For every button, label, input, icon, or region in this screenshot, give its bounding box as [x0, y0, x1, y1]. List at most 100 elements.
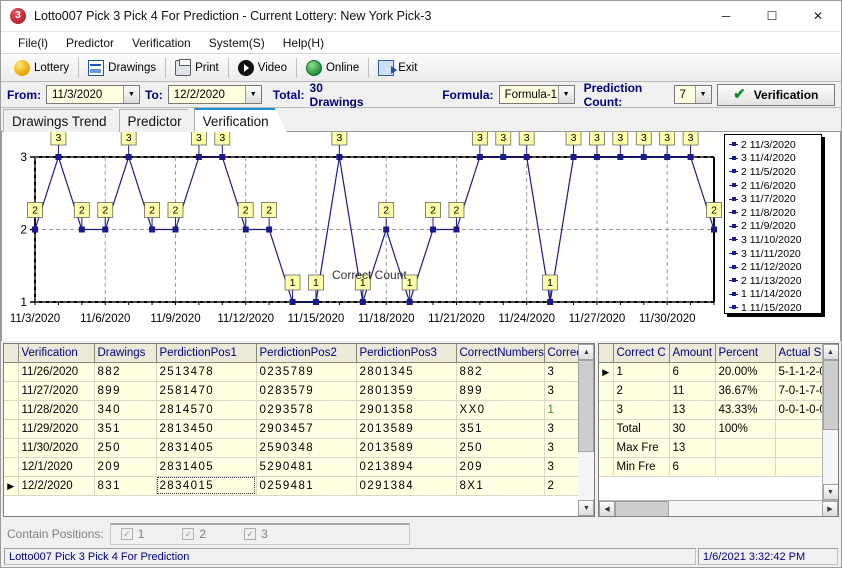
table-cell[interactable]: [775, 419, 822, 439]
menu-item-predictor[interactable]: Predictor: [57, 34, 123, 52]
table-cell[interactable]: Max Fre: [613, 438, 670, 458]
row-selector[interactable]: [599, 419, 614, 439]
column-header[interactable]: Actual Ski: [775, 344, 822, 363]
scroll-track[interactable]: [615, 500, 822, 516]
table-cell[interactable]: 2814570: [156, 400, 257, 420]
column-header[interactable]: Verification: [18, 344, 95, 363]
table-row[interactable]: ▶ 12/2/2020 831 2834015 0259481 0291384 8X1 2: [4, 476, 578, 496]
table-cell[interactable]: 11/30/2020: [18, 438, 95, 458]
table-cell[interactable]: 2013589: [356, 419, 457, 439]
row-selector[interactable]: [4, 362, 19, 382]
table-cell[interactable]: 3: [544, 362, 578, 382]
table-cell[interactable]: 2813450: [156, 419, 257, 439]
close-icon[interactable]: ✕: [795, 1, 841, 32]
table-cell[interactable]: Total: [613, 419, 670, 439]
table-row[interactable]: 11/30/2020 250 2831405 2590348 2013589 250 3: [4, 438, 578, 458]
table-cell[interactable]: 250: [456, 438, 545, 458]
chevron-down-icon[interactable]: ▼: [244, 86, 261, 103]
table-cell[interactable]: 100%: [715, 419, 776, 439]
chart-legend[interactable]: 2 11/3/2020 3 11/4/2020 2 11/5/2020 2 11/6/…: [724, 134, 822, 314]
table-cell[interactable]: 12/2/2020: [18, 476, 95, 496]
toolbar-button-online[interactable]: Online: [299, 56, 366, 80]
column-header[interactable]: CorrectNumbers: [456, 344, 545, 363]
table-row[interactable]: 12/1/2020 209 2831405 5290481 0213894 209 3: [4, 457, 578, 477]
scroll-up-icon[interactable]: ▲: [578, 344, 594, 360]
column-header[interactable]: CorrectCount: [544, 344, 578, 363]
table-row[interactable]: 11/29/2020 351 2813450 2903457 2013589 351 3: [4, 419, 578, 439]
table-cell[interactable]: 2831405: [156, 457, 257, 477]
row-selector[interactable]: ▶: [4, 476, 19, 496]
table-cell[interactable]: 0-0-1-0-0-5: [775, 400, 822, 420]
table-cell[interactable]: 882: [456, 362, 545, 382]
scroll-right-icon[interactable]: ▶: [822, 500, 838, 516]
row-selector[interactable]: [4, 438, 19, 458]
minimize-icon[interactable]: ─: [703, 1, 749, 32]
table-row[interactable]: Total 30 100%: [599, 419, 822, 439]
table-cell[interactable]: 5290481: [256, 457, 357, 477]
table-cell[interactable]: 2: [544, 476, 578, 496]
chevron-down-icon[interactable]: ▼: [694, 86, 711, 103]
row-selector[interactable]: [599, 438, 614, 458]
table-cell[interactable]: [715, 457, 776, 477]
scroll-thumb[interactable]: [615, 500, 669, 516]
contain-position-3[interactable]: ✓ 3: [244, 527, 268, 541]
tab-predictor[interactable]: Predictor: [119, 109, 200, 132]
table-cell[interactable]: 1: [544, 400, 578, 420]
table-cell[interactable]: 2581470: [156, 381, 257, 401]
table-cell[interactable]: 7-0-1-7-0-2: [775, 381, 822, 401]
checkbox-icon[interactable]: ✓: [120, 528, 133, 540]
table-cell[interactable]: 36.67%: [715, 381, 776, 401]
toolbar-button-lottery[interactable]: Lottery: [7, 56, 76, 80]
table-cell[interactable]: 899: [94, 381, 157, 401]
table-cell[interactable]: 2013589: [356, 438, 457, 458]
table-cell[interactable]: 3: [544, 438, 578, 458]
column-header[interactable]: Amount: [669, 344, 716, 363]
table-cell[interactable]: 13: [669, 438, 716, 458]
row-selector[interactable]: [4, 419, 19, 439]
scroll-left-icon[interactable]: ◀: [599, 500, 615, 516]
table-cell[interactable]: 20.00%: [715, 362, 776, 382]
table-cell[interactable]: XX0: [456, 400, 545, 420]
table-cell[interactable]: 209: [94, 457, 157, 477]
table-cell[interactable]: 0293578: [256, 400, 357, 420]
table-cell[interactable]: 13: [669, 400, 716, 420]
table-cell[interactable]: 3: [544, 419, 578, 439]
column-header[interactable]: PerdictionPos3: [356, 344, 457, 363]
table-cell[interactable]: 11/29/2020: [18, 419, 95, 439]
table-cell[interactable]: 2903457: [256, 419, 357, 439]
menu-item-help[interactable]: Help(H): [274, 34, 333, 52]
table-cell[interactable]: 2590348: [256, 438, 357, 458]
column-header[interactable]: Drawings: [94, 344, 157, 363]
tab-drawings-trend[interactable]: Drawings Trend: [3, 109, 125, 132]
scroll-down-icon[interactable]: ▼: [822, 484, 838, 500]
row-selector[interactable]: [4, 400, 19, 420]
table-row[interactable]: Min Fre 6: [599, 457, 822, 477]
scroll-up-icon[interactable]: ▲: [822, 344, 838, 360]
table-cell[interactable]: 11/28/2020: [18, 400, 95, 420]
tab-verification[interactable]: Verification: [194, 108, 287, 132]
table-cell[interactable]: 2801359: [356, 381, 457, 401]
table-cell[interactable]: 2834015: [156, 476, 257, 496]
formula-combo[interactable]: Formula-1 ▼: [498, 85, 575, 104]
verification-button[interactable]: ✔ Verification: [716, 83, 835, 106]
table-cell[interactable]: Min Fre: [613, 457, 670, 477]
table-cell[interactable]: 0291384: [356, 476, 457, 496]
table-cell[interactable]: 2: [613, 381, 670, 401]
table-cell[interactable]: 351: [94, 419, 157, 439]
table-cell[interactable]: 30: [669, 419, 716, 439]
checkbox-icon[interactable]: ✓: [182, 528, 195, 540]
table-cell[interactable]: 351: [456, 419, 545, 439]
verification-grid-vertical-scrollbar[interactable]: ▲ ▼: [577, 344, 594, 516]
table-row[interactable]: 11/28/2020 340 2814570 0293578 2901358 XX0 1: [4, 400, 578, 420]
scroll-thumb[interactable]: [822, 360, 838, 430]
table-cell[interactable]: 11: [669, 381, 716, 401]
toolbar-button-drawings[interactable]: Drawings: [81, 56, 163, 80]
table-cell[interactable]: 6: [669, 457, 716, 477]
checkbox-icon[interactable]: ✓: [244, 528, 257, 540]
column-header[interactable]: Correct C: [613, 344, 670, 363]
row-selector[interactable]: [599, 381, 614, 401]
row-selector[interactable]: [599, 400, 614, 420]
table-cell[interactable]: 831: [94, 476, 157, 496]
table-cell[interactable]: 11/26/2020: [18, 362, 95, 382]
summary-grid-horizontal-scrollbar[interactable]: ◀ ▶: [599, 500, 838, 516]
